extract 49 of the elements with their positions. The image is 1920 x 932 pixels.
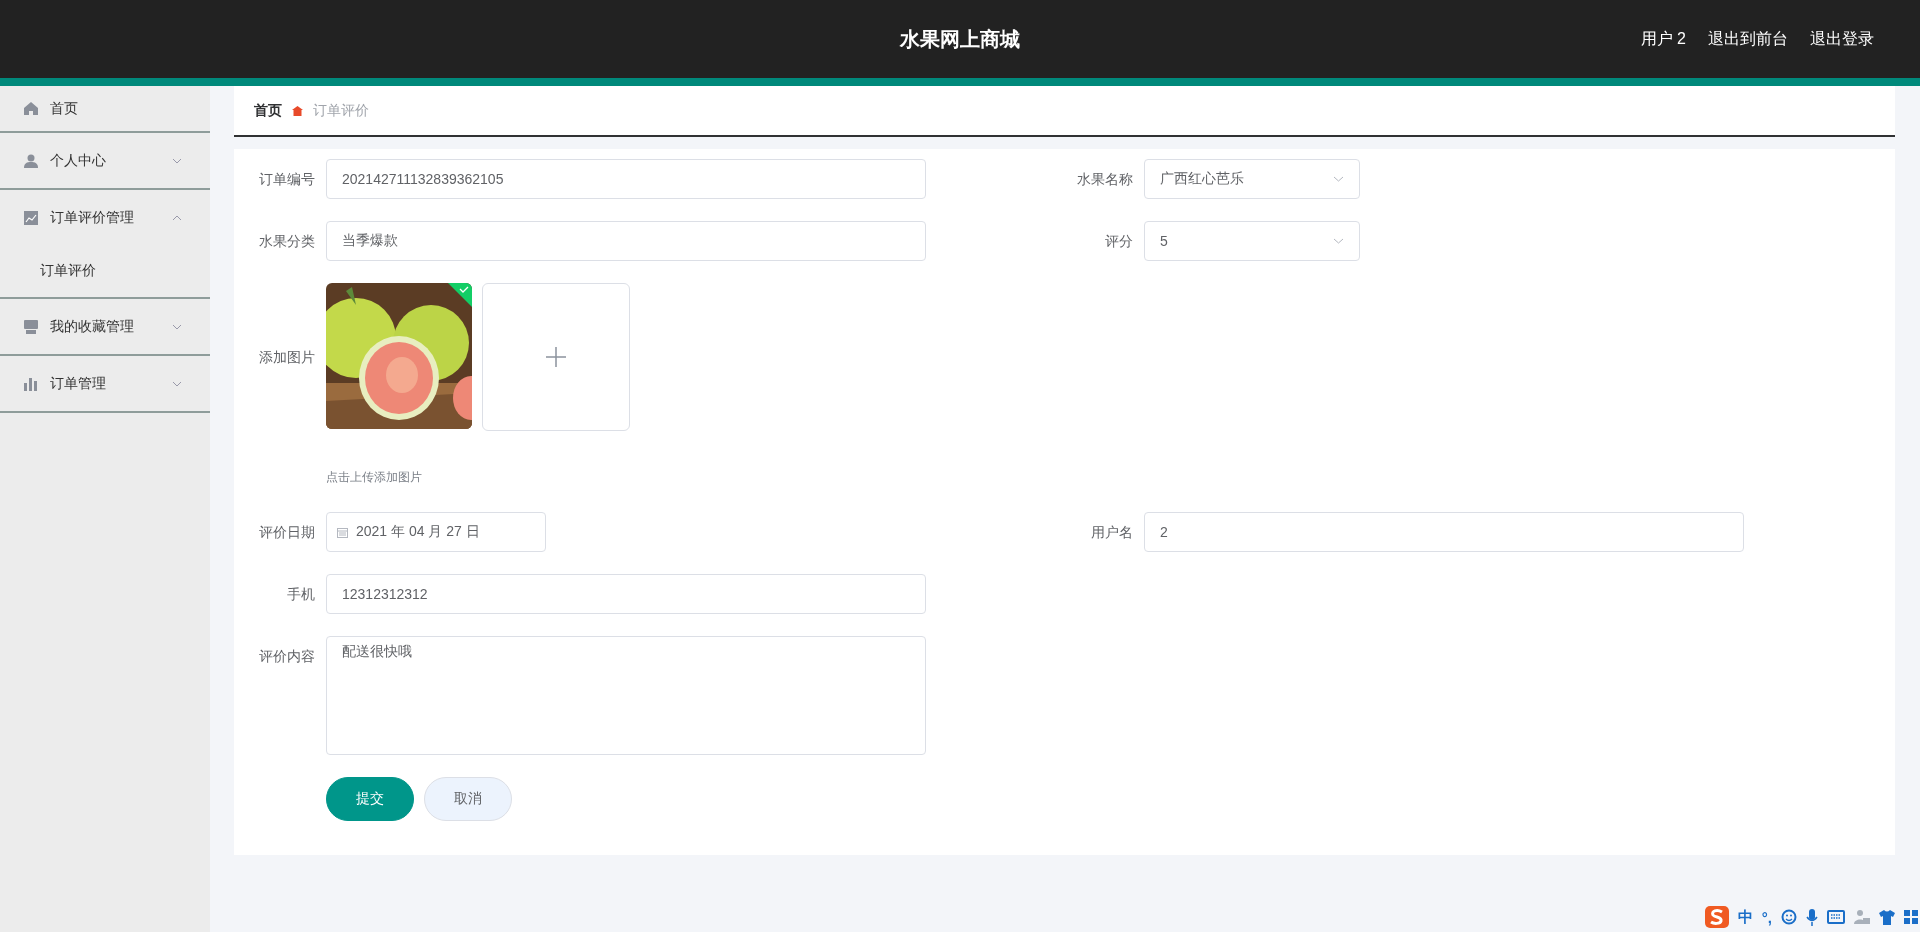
header-link[interactable]: 退出到前台 xyxy=(1706,24,1790,54)
field-label: 水果分类 xyxy=(258,232,315,251)
shirt-icon[interactable] xyxy=(1879,909,1895,925)
header-link[interactable]: 用户 2 xyxy=(1638,24,1688,54)
keyboard-icon[interactable] xyxy=(1827,910,1845,924)
field-label: 用户名 xyxy=(1090,523,1133,542)
home-icon xyxy=(24,102,38,115)
sidebar-item[interactable]: 订单管理 xyxy=(0,356,210,411)
grid-icon[interactable] xyxy=(1904,910,1918,924)
field-label: 评价内容 xyxy=(258,647,315,666)
bar-chart-icon xyxy=(24,376,38,391)
user-icon xyxy=(24,153,38,168)
sidebar-item[interactable]: 个人中心 xyxy=(0,133,210,188)
field-label: 评分 xyxy=(1104,232,1133,251)
smiley-icon[interactable] xyxy=(1781,909,1797,925)
sidebar-subitem[interactable]: 订单评价 xyxy=(0,245,210,297)
line-chart-icon xyxy=(24,210,38,225)
field-label: 评价日期 xyxy=(258,523,315,542)
select-field[interactable]: 广西红心芭乐 xyxy=(1144,159,1360,199)
select-field[interactable]: 5 xyxy=(1144,221,1360,261)
text-field[interactable]: 当季爆款 xyxy=(326,221,926,261)
text-field[interactable]: 12312312312 xyxy=(326,574,926,614)
calendar-icon xyxy=(337,526,348,538)
ime-logo-icon xyxy=(1704,906,1729,928)
microphone-icon[interactable] xyxy=(1806,908,1818,926)
sidebar-item[interactable]: 订单评价管理 xyxy=(0,190,210,245)
input-mode[interactable]: 中 xyxy=(1737,907,1753,927)
sidebar-item[interactable]: 首页 xyxy=(0,86,210,131)
header-link[interactable]: 退出登录 xyxy=(1808,24,1876,54)
field-label: 添加图片 xyxy=(258,348,315,367)
tray-icon xyxy=(24,319,38,334)
caret-icon xyxy=(1333,176,1344,182)
house-icon xyxy=(292,105,303,116)
sidebar-item[interactable]: 我的收藏管理 xyxy=(0,299,210,354)
caret-icon xyxy=(1333,238,1344,244)
comment-textarea[interactable]: 配送很快哦 xyxy=(326,636,926,755)
field-label: 水果名称 xyxy=(1076,170,1133,189)
text-field[interactable]: 202142711132839362105 xyxy=(326,159,926,199)
submit-button[interactable]: 提交 xyxy=(326,777,414,821)
field-label: 手机 xyxy=(286,585,315,604)
date-field[interactable]: 2021 年 04 月 27 日 xyxy=(326,512,546,552)
punctuation-mode[interactable]: °, xyxy=(1761,908,1772,926)
site-title: 水果网上商城 xyxy=(900,26,1020,52)
cancel-button[interactable]: 取消 xyxy=(424,777,512,821)
upload-hint: 点击上传添加图片 xyxy=(326,469,422,486)
plus-icon xyxy=(546,347,566,367)
text-field[interactable]: 2 xyxy=(1144,512,1744,552)
breadcrumb-link[interactable]: 首页 xyxy=(254,101,282,120)
field-label: 订单编号 xyxy=(258,170,315,189)
